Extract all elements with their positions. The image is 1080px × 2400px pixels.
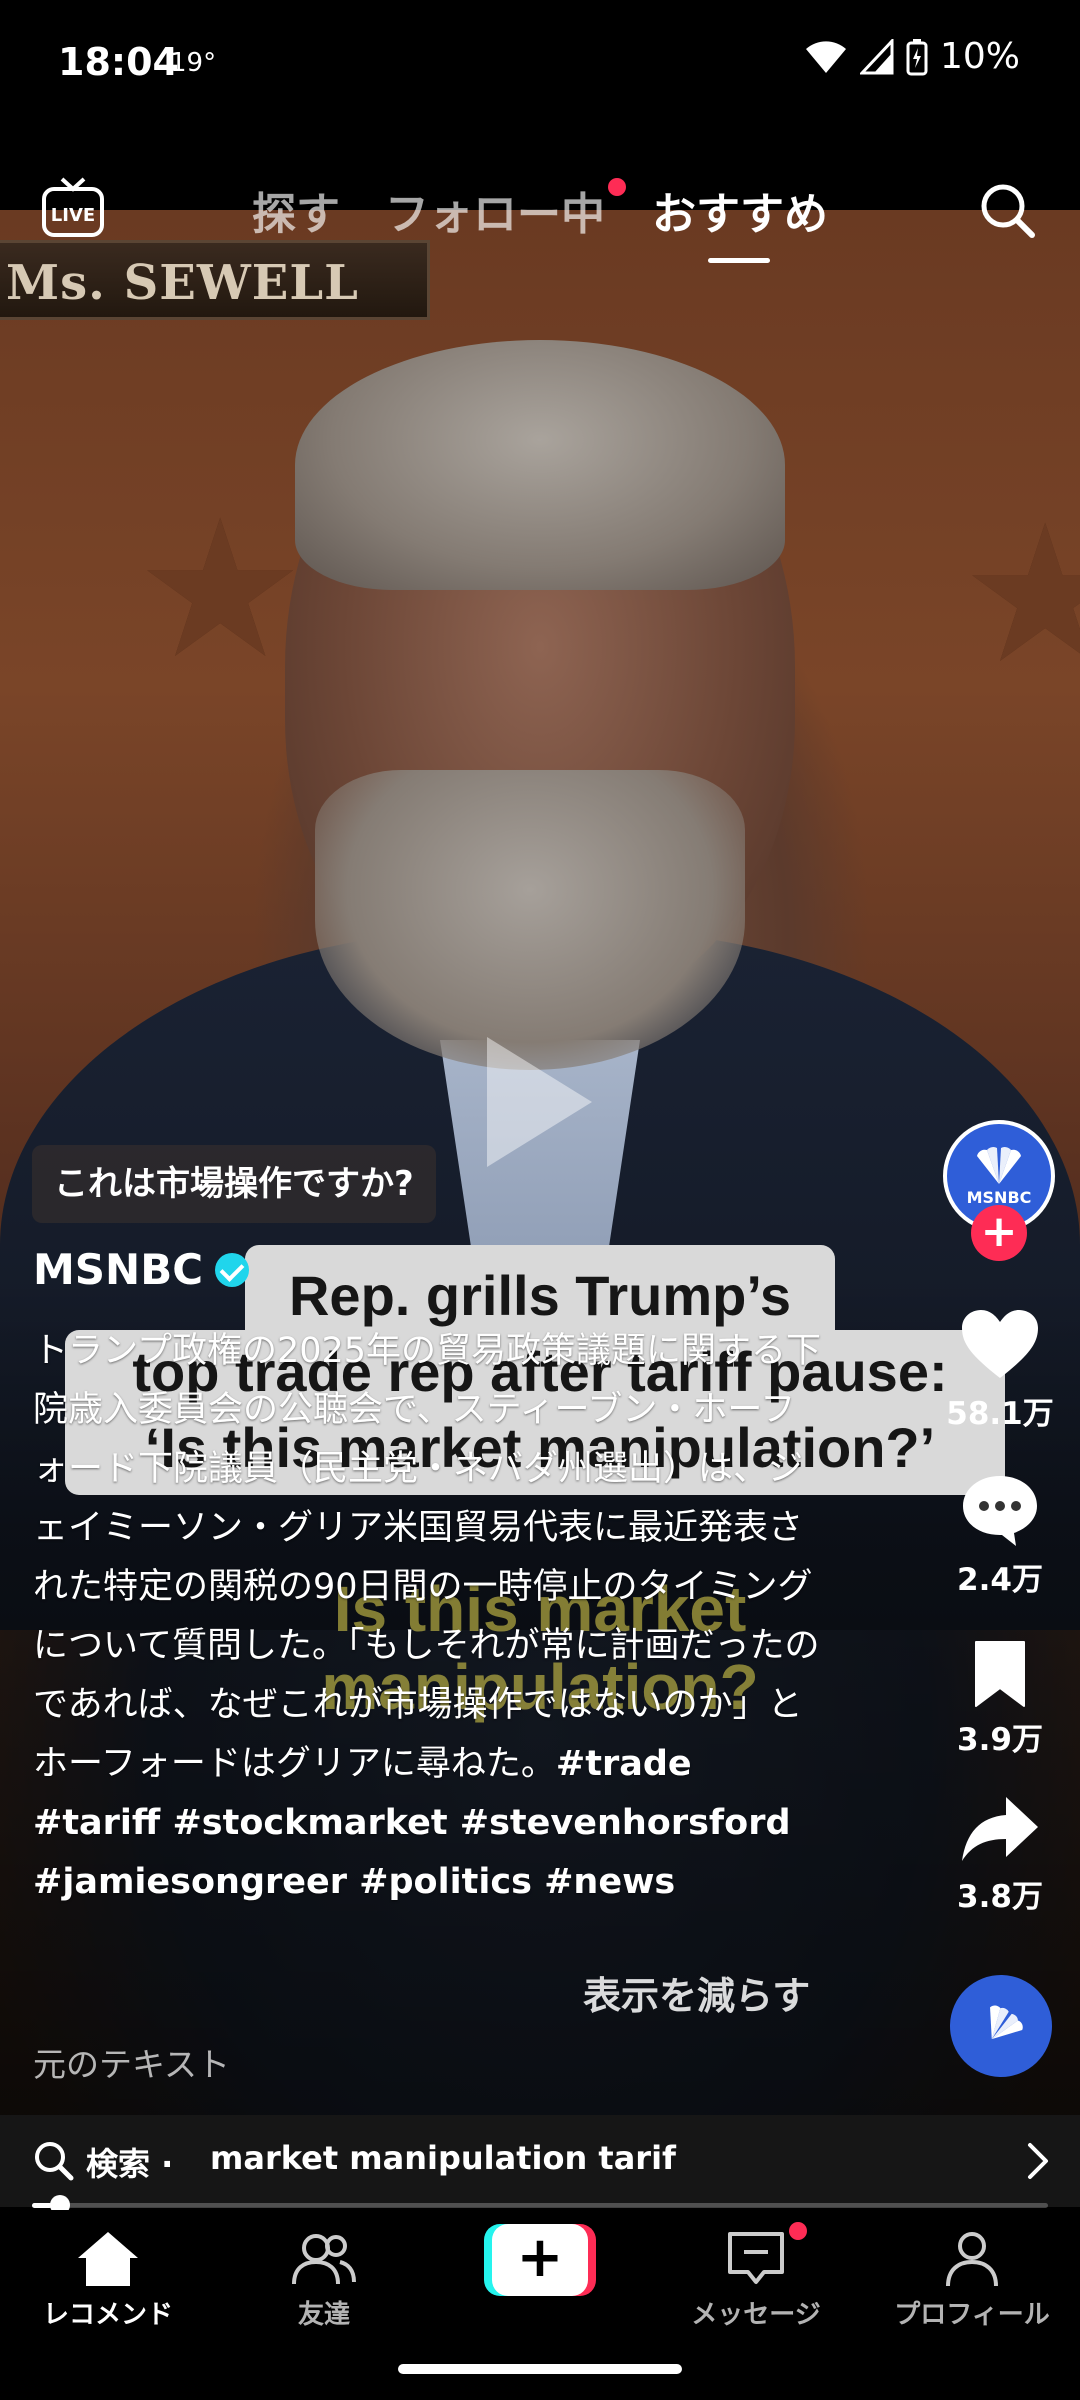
peacock-logo-icon	[990, 2005, 1023, 2040]
nav-profile-label: プロフィール	[894, 2300, 1050, 2330]
nav-home[interactable]: レコメンド	[8, 2230, 208, 2331]
star-decoration: ★	[135, 479, 306, 700]
video-progress-bar[interactable]	[32, 2195, 1048, 2215]
tab-explore[interactable]: 探す	[252, 178, 340, 242]
friends-icon	[292, 2234, 356, 2285]
original-text-link[interactable]: 元のテキスト	[33, 2038, 230, 2086]
video-progress-fill	[32, 2203, 53, 2208]
home-indicator[interactable]	[398, 2364, 682, 2374]
nav-inbox[interactable]: メッセージ	[656, 2230, 856, 2331]
nav-inbox-label: メッセージ	[691, 2300, 821, 2330]
nav-friends[interactable]: 友達	[224, 2230, 424, 2331]
save-button[interactable]: 3.9万	[940, 1640, 1060, 1759]
comment-count: 2.4万	[957, 1562, 1043, 1598]
status-bar: 18:04 19° 10%	[0, 0, 1080, 130]
notification-dot	[608, 178, 626, 196]
battery-percent: 10%	[939, 36, 1020, 77]
video-hair	[295, 340, 785, 590]
question-sticker[interactable]: これは市場操作ですか?	[32, 1145, 436, 1223]
signal-icon	[859, 38, 894, 74]
share-count: 3.8万	[957, 1879, 1043, 1915]
plus-icon: +	[492, 2224, 588, 2296]
comment-button[interactable]: 2.4万	[940, 1472, 1060, 1599]
post-description[interactable]: トランプ政権の2025年の貿易政策議題に関する下院歳入委員会の公聴会で、スティー…	[33, 1322, 823, 1912]
avatar-label: MSNBC	[966, 1187, 1032, 1207]
share-icon	[962, 1797, 1038, 1861]
bookmark-icon	[975, 1641, 1025, 1707]
active-tab-indicator	[708, 258, 770, 263]
message-icon	[728, 2232, 784, 2284]
star-decoration: ★	[960, 484, 1080, 705]
status-time: 18:04	[58, 40, 179, 84]
search-suggestion-prefix: 検索 ·	[86, 2145, 174, 2183]
author-name[interactable]: MSNBC	[33, 1245, 203, 1294]
search-suggestion-bar[interactable]: 検索 · market manipulation tarif	[0, 2115, 1080, 2207]
tab-following[interactable]: フォロー中	[385, 178, 605, 242]
peacock-logo-icon	[977, 1146, 1021, 1184]
share-button[interactable]: 3.8万	[940, 1793, 1060, 1916]
live-icon[interactable]: LIVE	[40, 175, 106, 241]
description-text: トランプ政権の2025年の貿易政策議題に関する下院歳入委員会の公聴会で、スティー…	[33, 1331, 822, 1784]
save-count: 3.9万	[957, 1722, 1043, 1758]
comment-icon	[963, 1476, 1037, 1546]
like-count: 58.1万	[946, 1396, 1054, 1432]
chevron-right-icon	[1028, 2143, 1048, 2179]
verified-badge-icon	[215, 1252, 250, 1287]
profile-icon	[946, 2232, 998, 2287]
search-suggestion-query: market manipulation tarif	[210, 2139, 676, 2177]
tab-for-you[interactable]: おすすめ	[652, 178, 828, 242]
nav-friends-label: 友達	[297, 2300, 350, 2330]
message-badge	[789, 2222, 807, 2240]
video-beard	[315, 770, 745, 1070]
like-button[interactable]: 58.1万	[940, 1308, 1060, 1433]
top-nav: LIVE 探す フォロー中 おすすめ	[0, 160, 1080, 270]
status-icons: 10%	[804, 36, 1020, 77]
nav-profile[interactable]: プロフィール	[872, 2230, 1072, 2331]
home-icon	[78, 2232, 138, 2286]
follow-plus-button[interactable]: +	[971, 1205, 1027, 1261]
author-row[interactable]: MSNBC	[33, 1245, 250, 1294]
wifi-icon	[805, 40, 846, 73]
battery-icon	[906, 38, 928, 75]
search-icon	[35, 2142, 74, 2181]
nav-home-label: レコメンド	[42, 2300, 173, 2330]
search-icon[interactable]	[975, 178, 1039, 242]
heart-icon	[962, 1310, 1038, 1378]
live-icon-label: LIVE	[51, 205, 95, 226]
status-temperature: 19°	[170, 48, 217, 78]
create-button[interactable]: +	[484, 2224, 596, 2296]
play-icon[interactable]	[487, 1037, 592, 1167]
show-less-button[interactable]: 表示を減らす	[583, 1965, 810, 2020]
